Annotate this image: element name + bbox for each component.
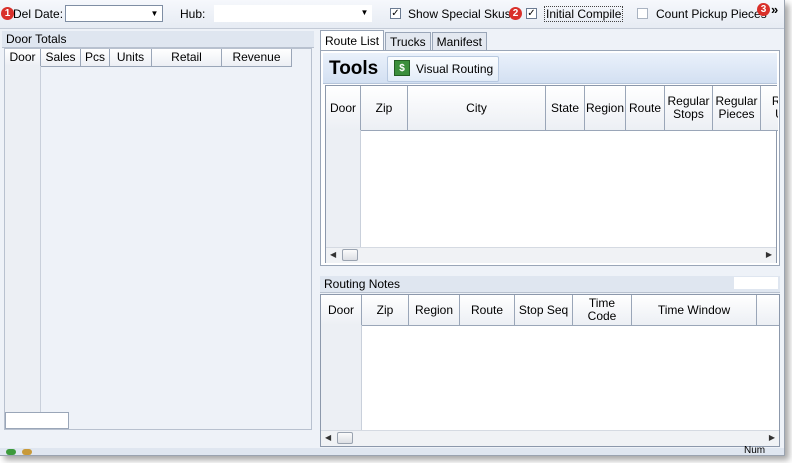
chevron-down-icon[interactable]: ▼	[148, 7, 161, 20]
count-pickup-checkbox[interactable]	[637, 8, 648, 19]
overflow-chevron-icon[interactable]: »	[771, 2, 778, 17]
initial-compile-label: Initial Compile	[544, 6, 624, 22]
tab-trucks[interactable]: Trucks	[385, 32, 431, 51]
col-city[interactable]: City	[408, 86, 546, 130]
col-re-u[interactable]: Re U	[761, 86, 778, 130]
col-state[interactable]: State	[546, 86, 585, 130]
col-units[interactable]: Units	[110, 49, 152, 66]
route-list-header-row: Door Zip City State Region Route Regular…	[326, 86, 778, 131]
col-route[interactable]: Route	[460, 295, 515, 325]
door-totals-header-row: Door Sales Pcs Units Retail Revenue	[5, 49, 292, 67]
col-revenue[interactable]: Revenue	[222, 49, 292, 66]
col-door[interactable]: Door	[321, 295, 362, 325]
scroll-left-icon[interactable]: ◀	[330, 250, 336, 259]
tab-route-list[interactable]: Route List	[320, 30, 385, 51]
tab-manifest[interactable]: Manifest	[431, 32, 487, 51]
col-zip[interactable]: Zip	[362, 295, 409, 325]
row-header-column	[5, 66, 41, 412]
scroll-right-icon[interactable]: ▶	[766, 250, 772, 259]
initial-compile-checkbox[interactable]: ✓	[526, 8, 537, 19]
scroll-left-icon[interactable]: ◀	[325, 433, 331, 442]
toolbar: 1 Del Date: ▼ Hub: ▼ ✓ Show Special Skus…	[0, 0, 784, 29]
scroll-right-icon[interactable]: ▶	[769, 433, 775, 442]
tools-bar: Tools $ Visual Routing	[323, 53, 777, 84]
routing-notes-header-row: Door Zip Region Route Stop Seq Time Code…	[321, 295, 779, 326]
routing-notes-box	[734, 277, 778, 289]
tab-strip: Route List Trucks Manifest	[320, 30, 488, 51]
hub-label: Hub:	[180, 7, 206, 21]
status-db-icon	[22, 449, 32, 455]
del-date-picker[interactable]: ▼	[65, 5, 163, 22]
routing-notes-hscrollbar[interactable]: ◀ ▶	[321, 430, 779, 446]
badge-3: 3	[757, 3, 770, 16]
app-window: 1 Del Date: ▼ Hub: ▼ ✓ Show Special Skus…	[0, 0, 785, 456]
routing-notes-grid[interactable]: Door Zip Region Route Stop Seq Time Code…	[320, 294, 780, 447]
show-special-skus-checkbox[interactable]: ✓	[390, 8, 401, 19]
route-map-icon: $	[394, 60, 410, 76]
col-sales[interactable]: Sales	[41, 49, 81, 66]
count-pickup-label: Count Pickup Pieces	[656, 7, 767, 21]
door-totals-header: Door Totals	[2, 31, 314, 48]
route-list-hscrollbar[interactable]: ◀ ▶	[326, 247, 776, 263]
visual-routing-button[interactable]: $ Visual Routing	[387, 56, 499, 82]
col-zip[interactable]: Zip	[361, 86, 408, 130]
tools-title: Tools	[329, 58, 379, 79]
col-door[interactable]: Door	[326, 86, 361, 130]
col-stop-seq[interactable]: Stop Seq	[515, 295, 573, 325]
door-totals-title: Door Totals	[6, 32, 67, 46]
col-time-window[interactable]: Time Window	[632, 295, 757, 325]
route-list-panel: Tools $ Visual Routing Door Zip City Sta…	[320, 50, 780, 266]
status-ok-icon	[6, 449, 16, 455]
routing-notes-title: Routing Notes	[324, 277, 401, 291]
col-regular-stops[interactable]: Regular Stops	[665, 86, 713, 130]
col-regular-pieces[interactable]: Regular Pieces	[713, 86, 761, 130]
show-special-skus-label: Show Special Skus	[408, 7, 511, 21]
del-date-label: Del Date:	[13, 7, 64, 21]
row-header-column	[326, 130, 361, 247]
route-list-grid[interactable]: Door Zip City State Region Route Regular…	[325, 85, 778, 263]
col-retail[interactable]: Retail	[152, 49, 222, 66]
col-region[interactable]: Region	[585, 86, 626, 130]
col-region[interactable]: Region	[409, 295, 460, 325]
routing-notes-header: Routing Notes	[320, 276, 780, 293]
door-totals-grid[interactable]: Door Sales Pcs Units Retail Revenue	[4, 48, 312, 430]
col-pcs[interactable]: Pcs	[81, 49, 110, 66]
badge-2: 2	[509, 7, 522, 20]
status-bar: Num	[0, 445, 784, 456]
scroll-thumb[interactable]	[342, 249, 358, 261]
col-time-code[interactable]: Time Code	[573, 295, 632, 325]
visual-routing-label: Visual Routing	[416, 62, 494, 76]
door-totals-footer-cell	[5, 412, 69, 429]
row-header-column	[321, 325, 362, 430]
scroll-thumb[interactable]	[337, 432, 353, 444]
col-route[interactable]: Route	[626, 86, 665, 130]
hub-select[interactable]: ▼	[214, 5, 372, 22]
num-lock-indicator: Num	[744, 445, 766, 456]
chevron-down-icon[interactable]: ▼	[358, 6, 371, 19]
col-door[interactable]: Door	[5, 49, 41, 66]
